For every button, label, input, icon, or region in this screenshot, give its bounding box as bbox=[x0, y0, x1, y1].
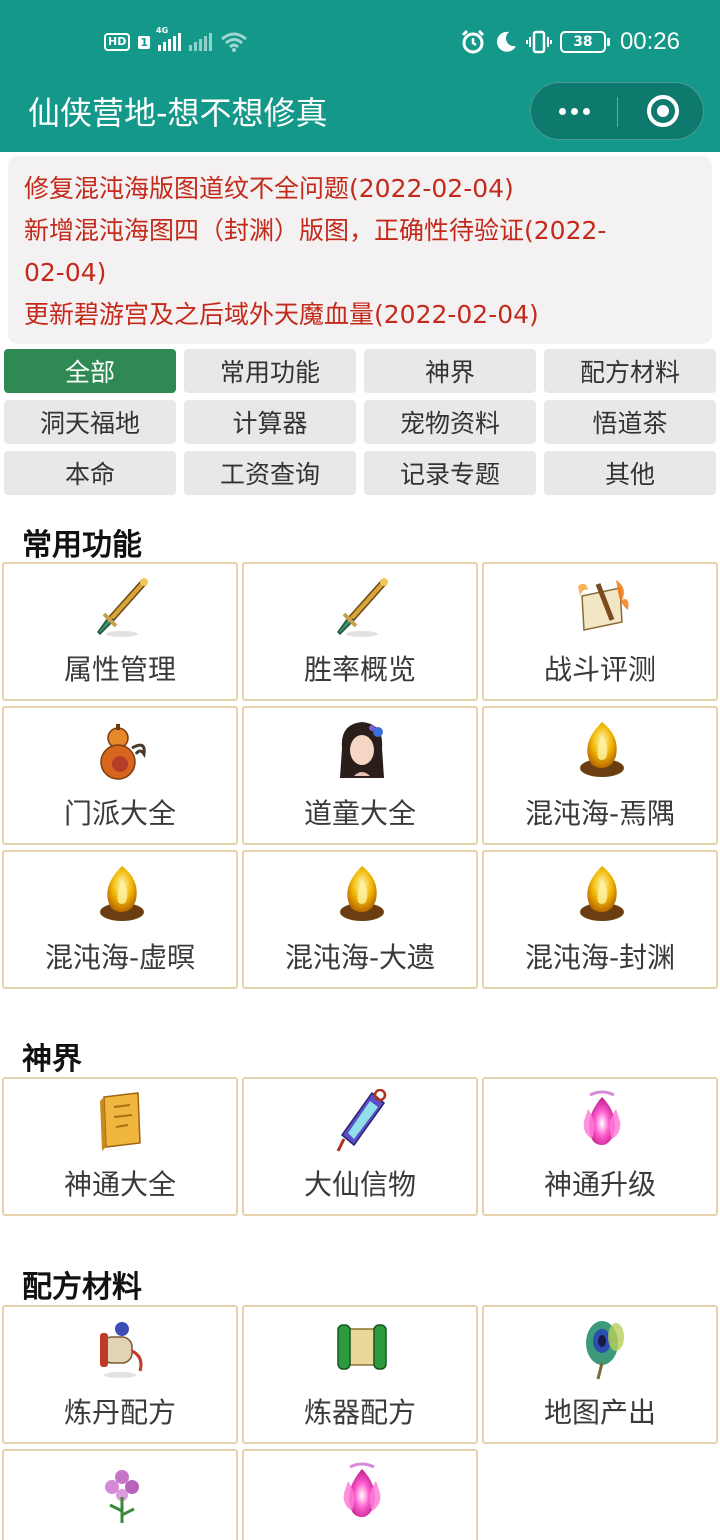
card-label: 混沌海-虚暝 bbox=[44, 941, 196, 974]
wifi-icon bbox=[221, 32, 247, 52]
card-divine-skills[interactable]: 神通大全 bbox=[2, 1077, 238, 1216]
filter-other[interactable]: 其他 bbox=[544, 451, 716, 495]
card-label: 神通升级 bbox=[543, 1168, 656, 1201]
card-chaos-sea-3[interactable]: 混沌海-大遗 bbox=[242, 850, 478, 989]
moon-icon bbox=[496, 31, 516, 52]
status-right: 38 00:26 bbox=[460, 24, 680, 60]
filter-all[interactable]: 全部 bbox=[4, 349, 176, 393]
card-battle-eval[interactable]: 战斗评测 bbox=[482, 562, 718, 701]
filter-records[interactable]: 记录专题 bbox=[364, 451, 536, 495]
network-type: 4G bbox=[156, 26, 169, 35]
filter-cave[interactable]: 洞天福地 bbox=[4, 400, 176, 444]
gourd-icon bbox=[92, 718, 152, 784]
recipes-grid: 炼丹配方 炼器配方 地图产出 bbox=[2, 1305, 718, 1540]
section-title-common: 常用功能 bbox=[22, 528, 142, 563]
common-grid: 属性管理 胜率概览 战斗评测 门派大全 道童大全 混沌海-焉隅 混沌海-虚暝 混… bbox=[2, 562, 718, 989]
golden-flame-icon bbox=[572, 718, 632, 784]
card-recipe-5[interactable] bbox=[242, 1449, 478, 1540]
card-recipe-4[interactable] bbox=[2, 1449, 238, 1540]
notice-line: 修复混沌海版图道纹不全问题(2022-02-04) bbox=[24, 174, 514, 203]
golden-flame-icon bbox=[572, 862, 632, 928]
filter-common[interactable]: 常用功能 bbox=[184, 349, 356, 393]
green-scroll-icon bbox=[332, 1317, 392, 1383]
elixir-scroll-icon bbox=[92, 1317, 152, 1383]
section-title-divine: 神界 bbox=[22, 1042, 82, 1077]
filter-divine[interactable]: 神界 bbox=[364, 349, 536, 393]
filter-natal[interactable]: 本命 bbox=[4, 451, 176, 495]
card-label: 地图产出 bbox=[543, 1396, 656, 1429]
hd-badge: HD bbox=[104, 33, 131, 51]
pink-flame-icon bbox=[332, 1461, 392, 1527]
filter-salary[interactable]: 工资查询 bbox=[184, 451, 356, 495]
notice-line: 更新碧游宫及之后域外天魔血量(2022-02-04) bbox=[24, 300, 539, 329]
card-attribute-manage[interactable]: 属性管理 bbox=[2, 562, 238, 701]
battery-level: 38 bbox=[573, 34, 593, 50]
capsule-divider bbox=[617, 97, 618, 127]
card-label: 胜率概览 bbox=[303, 653, 416, 686]
close-target-icon[interactable] bbox=[647, 95, 679, 127]
notice-line: 02-04) bbox=[24, 258, 107, 287]
card-chaos-sea-2[interactable]: 混沌海-虚暝 bbox=[2, 850, 238, 989]
golden-flame-icon bbox=[92, 862, 152, 928]
card-elixir-recipe[interactable]: 炼丹配方 bbox=[2, 1305, 238, 1444]
sim-badge: 1 bbox=[138, 35, 150, 49]
card-label: 混沌海-焉隅 bbox=[524, 797, 676, 830]
card-sects[interactable]: 门派大全 bbox=[2, 706, 238, 845]
card-label: 混沌海-封渊 bbox=[524, 941, 676, 974]
filter-tea[interactable]: 悟道茶 bbox=[544, 400, 716, 444]
card-daotong[interactable]: 道童大全 bbox=[242, 706, 478, 845]
talisman-icon bbox=[332, 1089, 392, 1155]
alarm-icon bbox=[461, 29, 484, 54]
status-bar: HD 1 4G 38 00:26 bbox=[0, 0, 720, 84]
card-win-rate[interactable]: 胜率概览 bbox=[242, 562, 478, 701]
card-skill-upgrade[interactable]: 神通升级 bbox=[482, 1077, 718, 1216]
cell-signal-icon: 4G bbox=[156, 27, 181, 51]
filter-recipes[interactable]: 配方材料 bbox=[544, 349, 716, 393]
peacock-feather-icon bbox=[572, 1317, 632, 1383]
card-chaos-sea-1[interactable]: 混沌海-焉隅 bbox=[482, 706, 718, 845]
notice-line: 新增混沌海图四（封渊）版图，正确性待验证(2022- bbox=[24, 216, 607, 245]
section-title-recipes: 配方材料 bbox=[22, 1270, 142, 1305]
sword-icon bbox=[92, 574, 152, 640]
card-label: 道童大全 bbox=[303, 797, 416, 830]
card-label: 神通大全 bbox=[63, 1168, 176, 1201]
app-header: HD 1 4G 38 00:26 仙侠营地-想不想修真 bbox=[0, 0, 720, 152]
card-label: 门派大全 bbox=[63, 797, 176, 830]
page-title: 仙侠营地-想不想修真 bbox=[28, 94, 328, 132]
filter-pets[interactable]: 宠物资料 bbox=[364, 400, 536, 444]
miniprogram-capsule bbox=[530, 82, 704, 140]
flower-icon bbox=[92, 1461, 152, 1527]
golden-flame-icon bbox=[332, 862, 392, 928]
card-map-output[interactable]: 地图产出 bbox=[482, 1305, 718, 1444]
girl-portrait-icon bbox=[332, 718, 392, 784]
clock: 00:26 bbox=[619, 28, 680, 55]
filter-calculator[interactable]: 计算器 bbox=[184, 400, 356, 444]
notice-box: 修复混沌海版图道纹不全问题(2022-02-04) 新增混沌海图四（封渊）版图，… bbox=[8, 156, 712, 344]
more-button[interactable] bbox=[531, 83, 617, 139]
pink-flame-icon bbox=[572, 1089, 632, 1155]
card-label: 混沌海-大遗 bbox=[284, 941, 436, 974]
divine-grid: 神通大全 大仙信物 神通升级 bbox=[2, 1077, 718, 1216]
battery-icon: 38 bbox=[559, 31, 610, 53]
sword-icon bbox=[332, 574, 392, 640]
card-artifact-recipe[interactable]: 炼器配方 bbox=[242, 1305, 478, 1444]
book-icon bbox=[92, 1089, 152, 1155]
card-label: 大仙信物 bbox=[303, 1168, 416, 1201]
card-label: 战斗评测 bbox=[543, 653, 656, 686]
card-label: 炼器配方 bbox=[303, 1396, 416, 1429]
cell-signal-2-icon bbox=[189, 33, 212, 51]
scroll-fire-icon bbox=[572, 574, 632, 640]
card-label: 炼丹配方 bbox=[63, 1396, 176, 1429]
card-chaos-sea-4[interactable]: 混沌海-封渊 bbox=[482, 850, 718, 989]
card-label: 属性管理 bbox=[63, 653, 176, 686]
status-left: HD 1 4G bbox=[104, 27, 248, 56]
card-immortal-token[interactable]: 大仙信物 bbox=[242, 1077, 478, 1216]
vibrate-icon bbox=[525, 30, 552, 54]
category-filters: 全部 常用功能 神界 配方材料 洞天福地 计算器 宠物资料 悟道茶 本命 工资查… bbox=[4, 349, 716, 495]
